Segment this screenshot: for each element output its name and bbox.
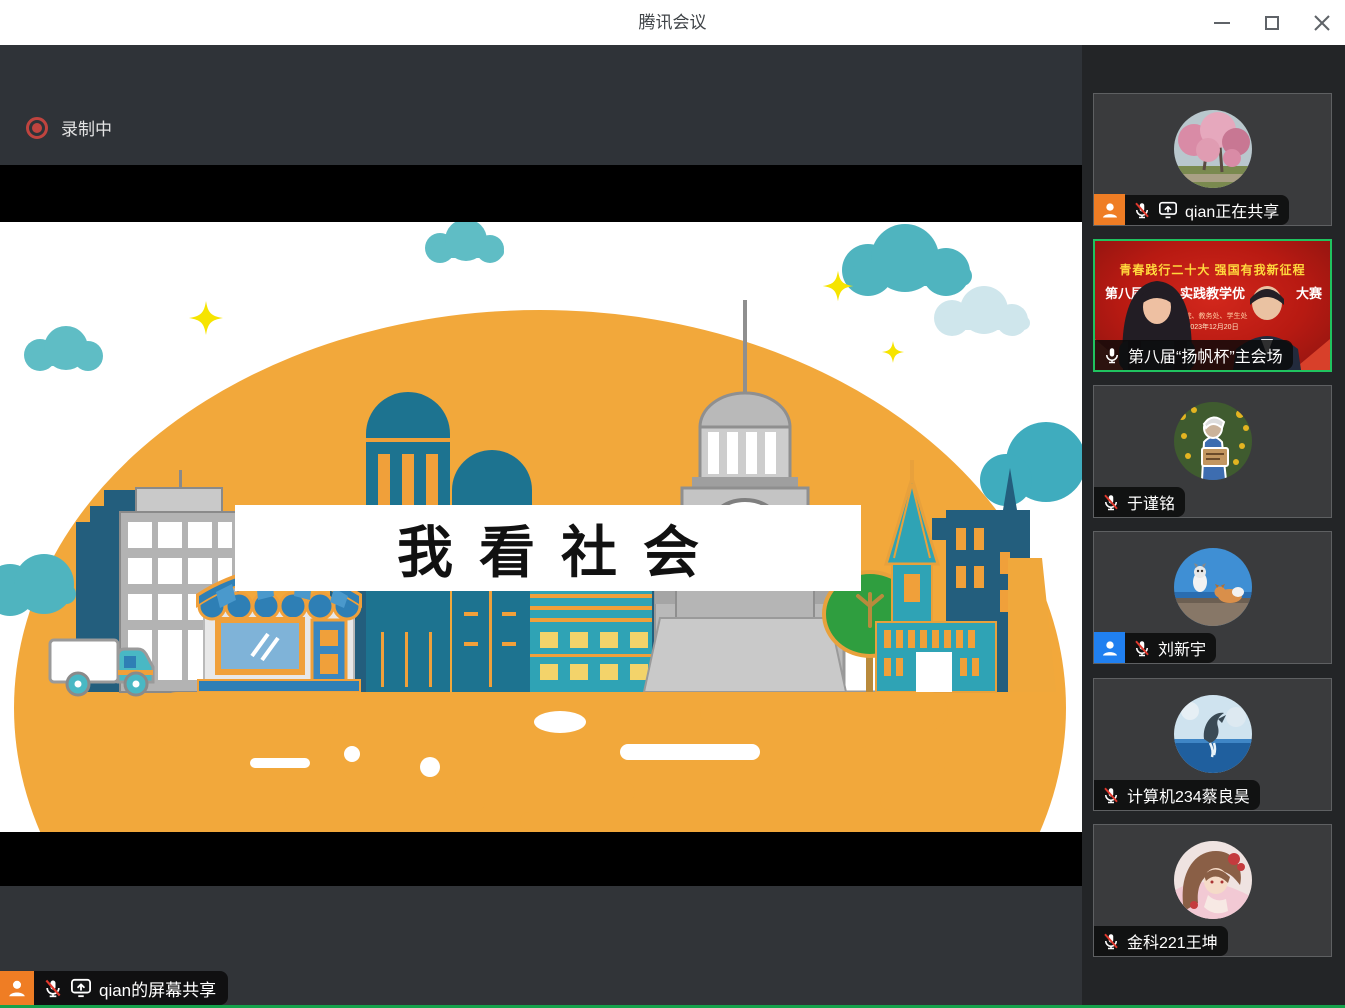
nameplate: 于谨铭 — [1094, 487, 1185, 517]
cloud-left — [24, 326, 103, 371]
cloud-top-right — [842, 224, 972, 296]
cats-seaside-photo — [1174, 548, 1252, 626]
nameplate: 金科221王坤 — [1094, 926, 1228, 956]
cloud-top-middle — [425, 222, 504, 263]
member-badge — [0, 971, 34, 1005]
mic-icon — [1103, 346, 1121, 364]
mic-off-icon — [43, 978, 63, 998]
participant-tile-wangkun[interactable]: 金科221王坤 — [1093, 824, 1332, 957]
presentation-slide: 我看社会 — [0, 222, 1082, 832]
nameplate: 第八届“扬帆杯”主会场 — [1095, 340, 1293, 370]
participants-sidebar: qian正在共享 青春践行二十大 强国有我新征程 第八届“ 实践教学优 大赛 学… — [1082, 45, 1345, 1008]
avatar — [1174, 695, 1252, 773]
person-icon — [1100, 200, 1120, 220]
minimize-icon — [1210, 11, 1234, 35]
window-title: 腾讯会议 — [0, 0, 1345, 45]
titlebar: 腾讯会议 — [0, 0, 1345, 46]
avatar — [1174, 548, 1252, 626]
member-badge — [1094, 632, 1125, 663]
participant-name: 第八届“扬帆杯”主会场 — [1128, 343, 1283, 367]
nameplate: 刘新宇 — [1094, 632, 1216, 663]
cloud-right-edge — [980, 422, 1082, 506]
close-button[interactable] — [1309, 10, 1335, 36]
minimize-button[interactable] — [1209, 10, 1235, 36]
screen-share-label: qian的屏幕共享 — [0, 971, 228, 1005]
close-icon — [1310, 11, 1334, 35]
participant-name: 计算机234蔡良昊 — [1127, 783, 1250, 807]
mic-off-icon — [1102, 932, 1120, 950]
slide-title: 我看社会 — [235, 505, 861, 591]
participant-name: 金科221王坤 — [1127, 929, 1218, 953]
participant-name: 刘新宇 — [1158, 636, 1206, 660]
mic-off-icon — [1133, 201, 1151, 219]
avatar — [1174, 110, 1252, 188]
participant-tile-liuxinyu[interactable]: 刘新宇 — [1093, 531, 1332, 664]
cherry-blossoms-photo — [1174, 110, 1252, 188]
letterbox-black-top — [0, 165, 1082, 222]
record-dot-icon — [26, 117, 48, 139]
mic-off-icon — [1133, 639, 1151, 657]
letterbox-band-top — [0, 45, 1082, 165]
participant-tile-main-venue[interactable]: 青春践行二十大 强国有我新征程 第八届“ 实践教学优 大赛 学院、教务处、学生处… — [1093, 239, 1332, 372]
participant-name: 于谨铭 — [1127, 490, 1175, 514]
participant-tile-cailianghao[interactable]: 计算机234蔡良昊 — [1093, 678, 1332, 811]
maximize-button[interactable] — [1259, 10, 1285, 36]
member-badge — [1094, 194, 1125, 225]
maximize-icon — [1260, 11, 1284, 35]
tencent-meeting-window: 腾讯会议 — [0, 0, 1345, 1008]
anime-girl-art — [1174, 841, 1252, 919]
participant-tile-qian[interactable]: qian正在共享 — [1093, 93, 1332, 226]
screen-share-icon — [70, 978, 92, 998]
person-icon — [1100, 638, 1120, 658]
recording-label: 录制中 — [61, 115, 112, 140]
recording-indicator: 录制中 — [26, 115, 112, 140]
nameplate: 计算机234蔡良昊 — [1094, 780, 1260, 810]
participant-name: qian正在共享 — [1185, 198, 1279, 222]
shared-screen-area: 我看社会 录制中 qian的屏幕共享 — [0, 45, 1082, 1008]
nameplate: qian正在共享 — [1094, 194, 1289, 225]
share-label-text: qian的屏幕共享 — [99, 976, 216, 1001]
person-icon — [6, 977, 28, 999]
participant-tile-yujinming[interactable]: 于谨铭 — [1093, 385, 1332, 518]
mic-off-icon — [1102, 493, 1120, 511]
avatar — [1174, 841, 1252, 919]
screen-share-icon — [1158, 201, 1178, 219]
sunflower-field-photo — [1174, 402, 1252, 480]
dolphin-ocean-photo — [1174, 695, 1252, 773]
letterbox-black-bottom — [0, 832, 1082, 886]
mic-off-icon — [1102, 786, 1120, 804]
avatar — [1174, 402, 1252, 480]
